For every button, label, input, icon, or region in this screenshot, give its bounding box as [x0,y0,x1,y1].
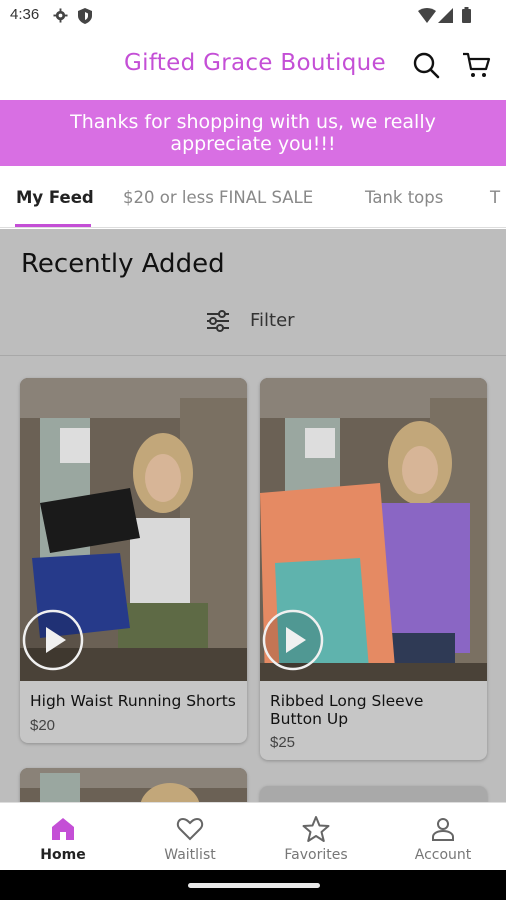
nav-home-label: Home [40,847,86,863]
product-card[interactable]: High Waist Running Shorts $20 [20,378,247,743]
nav-account[interactable]: Account [380,803,506,871]
product-price: $25 [270,734,296,751]
product-image [20,378,247,681]
nav-favorites-label: Favorites [284,847,348,863]
feed-content: Recently Added Filter High Waist Running… [0,229,506,802]
bottom-navigation: Home Waitlist Favorites Account [0,802,506,870]
product-image [20,768,247,802]
shield-icon [78,8,92,24]
active-tab-indicator [15,224,91,227]
store-title: Gifted Grace Boutique [124,50,386,76]
announcement-banner: Thanks for shopping with us, we really a… [0,100,506,166]
home-icon [52,818,74,840]
banner-text: Thanks for shopping with us, we really a… [70,111,436,155]
product-image [260,378,487,681]
person-icon [432,818,454,841]
app-header: Gifted Grace Boutique [0,32,506,100]
nav-account-label: Account [414,847,472,863]
filter-sliders-icon [207,310,229,332]
tab-tank-tops[interactable]: Tank tops [365,188,443,207]
product-name: High Waist Running Shorts [30,692,236,710]
system-navigation-bar [0,870,506,900]
play-video-icon[interactable] [262,609,324,671]
tab-20-or-less-final-sale[interactable]: $20 or less FINAL SALE [123,188,313,207]
divider [0,355,506,356]
product-card-partial[interactable] [260,786,487,802]
product-price: $20 [30,717,56,734]
product-name: Ribbed Long Sleeve Button Up [270,692,424,728]
section-title: Recently Added [21,249,225,279]
wifi-icon [418,8,436,23]
cell-signal-icon [438,8,453,23]
status-time: 4:36 [10,6,40,23]
nav-home[interactable]: Home [0,803,126,871]
tab-my-feed[interactable]: My Feed [16,188,94,207]
star-icon [302,816,330,842]
search-icon[interactable] [411,50,441,80]
status-bar: 4:36 [0,0,506,32]
filter-label: Filter [250,310,295,331]
nav-favorites[interactable]: Favorites [253,803,379,871]
product-card[interactable]: Ribbed Long Sleeve Button Up $25 [260,378,487,760]
cart-icon[interactable] [461,50,491,80]
home-gesture-handle[interactable] [188,883,320,888]
nav-waitlist[interactable]: Waitlist [127,803,253,871]
product-card-partial[interactable] [20,768,247,802]
nav-waitlist-label: Waitlist [164,847,216,863]
play-video-icon[interactable] [22,609,84,671]
tab-overflow[interactable]: T [490,188,500,207]
heart-icon [176,817,204,841]
battery-icon [462,7,471,23]
settings-gear-icon [53,8,68,23]
category-tabs: My Feed $20 or less FINAL SALE Tank tops… [0,166,506,228]
